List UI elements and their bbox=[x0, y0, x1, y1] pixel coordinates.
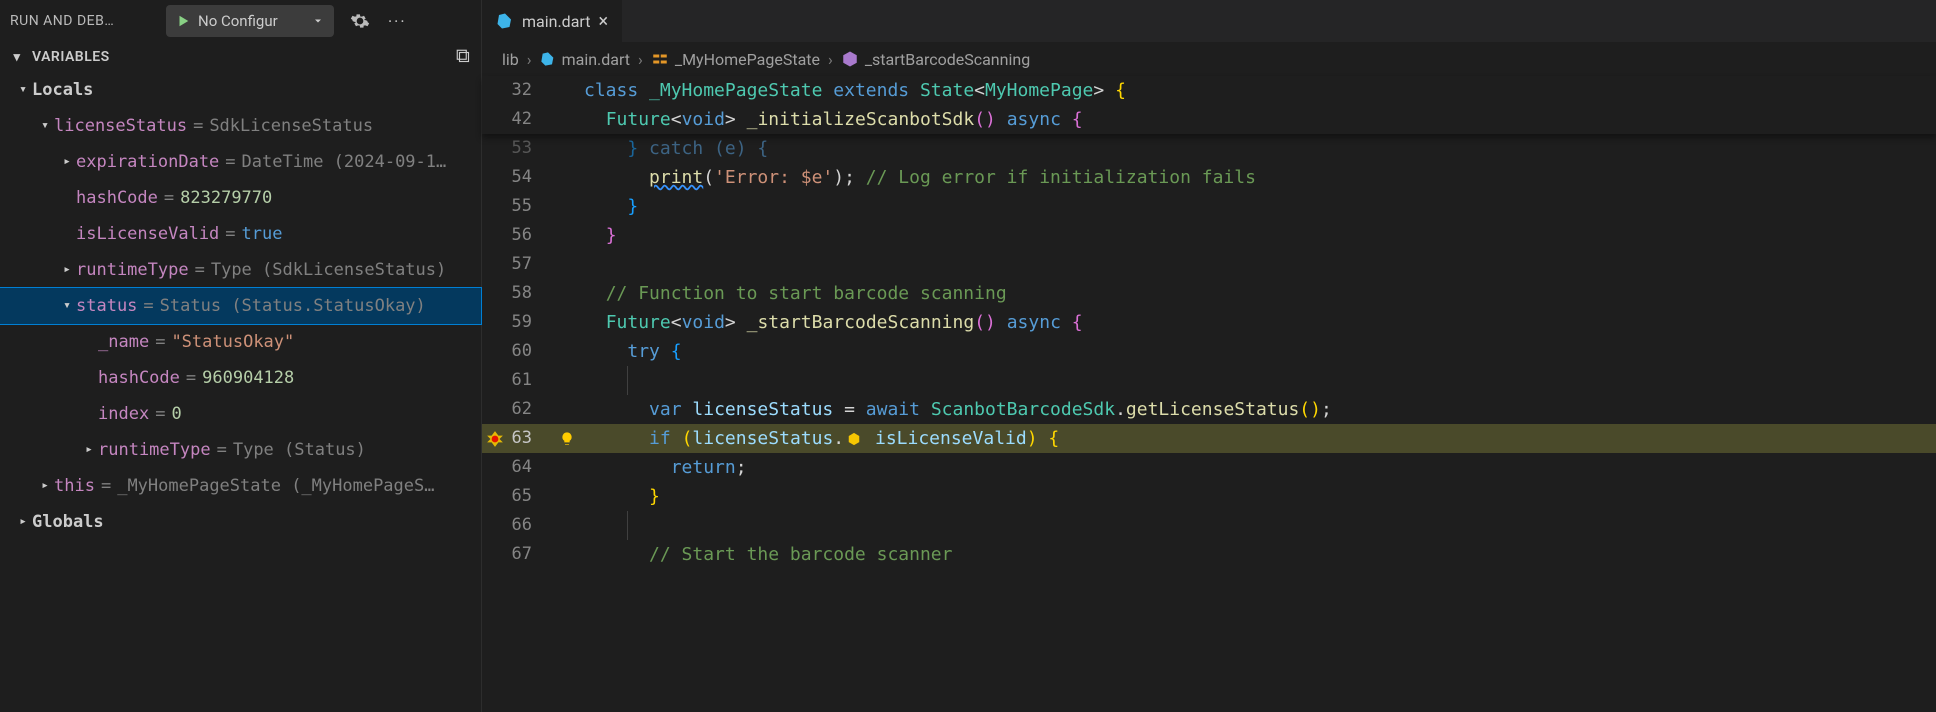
breadcrumb-file[interactable]: main.dart bbox=[540, 50, 630, 69]
breadcrumb-folder[interactable]: lib bbox=[502, 50, 519, 69]
code-line[interactable]: 57 bbox=[482, 250, 1936, 279]
var-status-name[interactable]: _name = "StatusOkay" bbox=[0, 324, 481, 360]
variables-label: VARIABLES bbox=[32, 49, 110, 65]
chevron-right-icon: › bbox=[828, 50, 833, 69]
property-icon bbox=[844, 429, 864, 449]
tab-filename: main.dart bbox=[522, 12, 590, 31]
var-hashCode[interactable]: hashCode = 823279770 bbox=[0, 180, 481, 216]
chevron-right-icon: ▸ bbox=[14, 504, 32, 540]
breakpoint-hit-icon[interactable] bbox=[482, 430, 508, 448]
chevron-down-icon: ▾ bbox=[14, 72, 32, 108]
chevron-right-icon: › bbox=[638, 50, 643, 69]
var-status[interactable]: ▾ status = Status (Status.StatusOkay) bbox=[0, 288, 481, 324]
chevron-right-icon: ▸ bbox=[58, 144, 76, 180]
var-this[interactable]: ▸ this = _MyHomePageState (_MyHomePageS… bbox=[0, 468, 481, 504]
chevron-right-icon: ▸ bbox=[58, 252, 76, 288]
scope-globals[interactable]: ▸ Globals bbox=[0, 504, 481, 540]
collapse-all-icon[interactable] bbox=[455, 48, 473, 66]
breadcrumb-method[interactable]: _startBarcodeScanning bbox=[841, 50, 1030, 69]
code-line[interactable]: 66 bbox=[482, 511, 1936, 540]
var-status-hashCode[interactable]: hashCode = 960904128 bbox=[0, 360, 481, 396]
scope-label: Locals bbox=[32, 72, 93, 108]
scope-locals[interactable]: ▾ Locals bbox=[0, 72, 481, 108]
class-icon bbox=[651, 50, 669, 68]
var-expirationDate[interactable]: ▸ expirationDate = DateTime (2024-09-1… bbox=[0, 144, 481, 180]
chevron-down-icon: ▾ bbox=[58, 288, 76, 324]
sticky-line-32[interactable]: 32 class _MyHomePageState extends State<… bbox=[482, 76, 1936, 105]
debug-panel: RUN AND DEB… No Configur ··· ▾ VARIABLES… bbox=[0, 0, 482, 712]
dart-file-icon bbox=[496, 12, 514, 30]
scope-label: Globals bbox=[32, 504, 104, 540]
chevron-down-icon bbox=[312, 15, 324, 27]
tab-main-dart[interactable]: main.dart × bbox=[482, 0, 623, 42]
breadcrumb-class[interactable]: _MyHomePageState bbox=[651, 50, 820, 69]
code-line[interactable]: 67 // Start the barcode scanner bbox=[482, 540, 1936, 569]
code-line[interactable]: 54 print('Error: $e'); // Log error if i… bbox=[482, 163, 1936, 192]
config-label: No Configur bbox=[198, 12, 304, 30]
sticky-line-42[interactable]: 42 Future<void> _initializeScanbotSdk() … bbox=[482, 105, 1936, 134]
code-line[interactable]: 62 var licenseStatus = await ScanbotBarc… bbox=[482, 395, 1936, 424]
chevron-down-icon: ▾ bbox=[36, 108, 54, 144]
code-line[interactable]: 58 // Function to start barcode scanning bbox=[482, 279, 1936, 308]
tab-bar: main.dart × bbox=[482, 0, 1936, 42]
code-line[interactable]: 64 return; bbox=[482, 453, 1936, 482]
launch-config-selector[interactable]: No Configur bbox=[166, 5, 334, 37]
code-line[interactable]: 56 } bbox=[482, 221, 1936, 250]
code-line[interactable]: 55 } bbox=[482, 192, 1936, 221]
var-licenseStatus[interactable]: ▾ licenseStatus = SdkLicenseStatus bbox=[0, 108, 481, 144]
variables-tree: ▾ Locals ▾ licenseStatus = SdkLicenseSta… bbox=[0, 72, 481, 540]
chevron-down-icon: ▾ bbox=[8, 50, 26, 65]
variables-section-header[interactable]: ▾ VARIABLES bbox=[0, 42, 481, 72]
close-icon[interactable]: × bbox=[598, 11, 608, 32]
var-isLicenseValid[interactable]: isLicenseValid = true bbox=[0, 216, 481, 252]
more-icon[interactable]: ··· bbox=[388, 12, 407, 31]
var-status-index[interactable]: index = 0 bbox=[0, 396, 481, 432]
breadcrumb: lib › main.dart › _MyHomePageState › _st… bbox=[482, 42, 1936, 76]
code-line[interactable]: 59 Future<void> _startBarcodeScanning() … bbox=[482, 308, 1936, 337]
var-runtimeType-1[interactable]: ▸ runtimeType = Type (SdkLicenseStatus) bbox=[0, 252, 481, 288]
chevron-right-icon: › bbox=[527, 50, 532, 69]
code-line[interactable]: 65 } bbox=[482, 482, 1936, 511]
editor-area: main.dart × lib › main.dart › _MyHomePag… bbox=[482, 0, 1936, 712]
play-icon bbox=[176, 14, 190, 28]
code-line[interactable]: 60 try { bbox=[482, 337, 1936, 366]
gear-icon[interactable] bbox=[350, 11, 370, 31]
lightbulb-icon[interactable] bbox=[554, 431, 580, 447]
method-icon bbox=[841, 50, 859, 68]
chevron-right-icon: ▸ bbox=[80, 432, 98, 468]
debug-toolbar: RUN AND DEB… No Configur ··· bbox=[0, 0, 481, 42]
code-line[interactable]: 61 bbox=[482, 366, 1936, 395]
code-line-current[interactable]: 63 if (licenseStatus. isLicenseValid) { bbox=[482, 424, 1936, 453]
panel-title: RUN AND DEB… bbox=[10, 13, 158, 29]
code-line[interactable]: 53 } catch (e) { bbox=[482, 134, 1936, 163]
sticky-scroll: 32 class _MyHomePageState extends State<… bbox=[482, 76, 1936, 134]
chevron-right-icon: ▸ bbox=[36, 468, 54, 504]
var-status-runtimeType[interactable]: ▸ runtimeType = Type (Status) bbox=[0, 432, 481, 468]
dart-file-icon bbox=[540, 51, 556, 67]
code-editor[interactable]: 53 } catch (e) { 54 print('Error: $e'); … bbox=[482, 134, 1936, 712]
